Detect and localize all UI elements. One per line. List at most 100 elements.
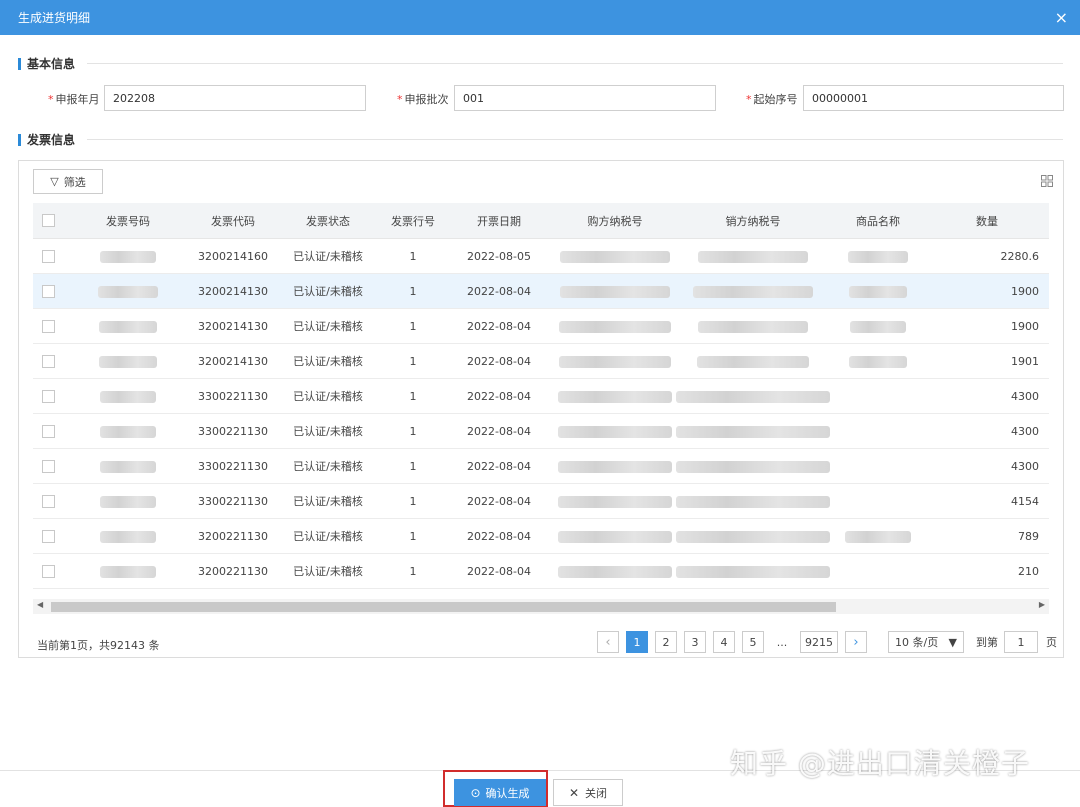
invoice-code-cell: 3300221130 [193, 483, 273, 519]
checkbox-cell [33, 378, 63, 414]
pagination: ‹ 1 2 3 4 5 ... 9215 › 10 条/页 ▼ 到第 页 [597, 631, 1057, 653]
seller-tax-id-cell [675, 448, 831, 484]
close-button[interactable]: ✕ 关闭 [553, 779, 623, 806]
filter-label: 筛选 [63, 175, 86, 189]
column-header[interactable]: 发票状态 [273, 203, 383, 239]
invoice-line-cell: 1 [383, 553, 443, 589]
row-checkbox[interactable] [41, 284, 55, 298]
row-checkbox[interactable] [41, 319, 55, 333]
column-header[interactable]: 发票行号 [383, 203, 443, 239]
invoice-code-cell: 3200214130 [193, 308, 273, 344]
row-checkbox[interactable] [41, 389, 55, 403]
invoice-date-cell: 2022-08-04 [443, 273, 555, 309]
start-seq-input[interactable] [803, 85, 1064, 111]
close-icon[interactable]: × [1055, 8, 1068, 27]
column-header[interactable]: 数量 [925, 203, 1049, 239]
invoice-status-cell: 已认证/未稽核 [273, 483, 383, 519]
page-button[interactable]: 2 [655, 631, 677, 653]
redacted-value [558, 425, 672, 438]
report-batch-input[interactable] [454, 85, 716, 111]
quantity-cell: 4300 [925, 378, 1049, 414]
seller-tax-id-cell [675, 413, 831, 449]
invoice-code-cell: 3200214130 [193, 343, 273, 379]
row-checkbox[interactable] [41, 424, 55, 438]
row-checkbox[interactable] [41, 529, 55, 543]
funnel-icon: ▽ [50, 175, 59, 188]
column-header[interactable]: 开票日期 [443, 203, 555, 239]
column-header[interactable]: 购方纳税号 [555, 203, 675, 239]
row-checkbox[interactable] [41, 459, 55, 473]
table-row[interactable]: 3200214130 已认证/未稽核 1 2022-08-04 1900 [33, 273, 1049, 309]
prev-page-button[interactable]: ‹ [597, 631, 619, 653]
row-checkbox[interactable] [41, 354, 55, 368]
product-name-cell [831, 308, 925, 344]
table-row[interactable]: 3200221130 已认证/未稽核 1 2022-08-04 210 [33, 553, 1049, 589]
scroll-left-icon[interactable]: ◀ [37, 600, 43, 609]
table-row[interactable]: 3200214130 已认证/未稽核 1 2022-08-04 1900 [33, 308, 1049, 344]
report-month-input[interactable] [104, 85, 366, 111]
page-button[interactable]: 5 [742, 631, 764, 653]
redacted-value [558, 565, 672, 578]
table-row[interactable]: 3200214130 已认证/未稽核 1 2022-08-04 1901 [33, 343, 1049, 379]
seller-tax-id-cell [675, 483, 831, 519]
invoice-date-cell: 2022-08-04 [443, 553, 555, 589]
page-ellipsis: ... [771, 631, 793, 653]
redacted-value [849, 355, 907, 368]
invoice-table: 发票号码 发票代码 发票状态 发票行号 开票日期 购方纳税号 销方纳税号 商品名… [33, 203, 1049, 589]
row-checkbox[interactable] [41, 249, 55, 263]
table-row[interactable]: 3300221130 已认证/未稽核 1 2022-08-04 4300 [33, 378, 1049, 414]
page-button[interactable]: 1 [626, 631, 648, 653]
product-name-cell [831, 273, 925, 309]
confirm-generate-button[interactable]: ⊙ 确认生成 [454, 779, 546, 806]
table-row[interactable]: 3300221130 已认证/未稽核 1 2022-08-04 4300 [33, 413, 1049, 449]
invoice-number-cell [63, 553, 193, 589]
quantity-cell: 2280.6 [925, 238, 1049, 274]
page-button[interactable]: 4 [713, 631, 735, 653]
table-row[interactable]: 3300221130 已认证/未稽核 1 2022-08-04 4300 [33, 448, 1049, 484]
invoice-code-cell: 3200221130 [193, 553, 273, 589]
redacted-value [845, 530, 911, 543]
checkbox-cell [33, 343, 63, 379]
invoice-number-cell [63, 518, 193, 554]
column-header[interactable]: 商品名称 [831, 203, 925, 239]
table-row[interactable]: 3200221130 已认证/未稽核 1 2022-08-04 789 [33, 518, 1049, 554]
row-checkbox[interactable] [41, 494, 55, 508]
invoice-status-cell: 已认证/未稽核 [273, 518, 383, 554]
redacted-value [676, 460, 830, 473]
filter-button[interactable]: ▽ 筛选 [33, 169, 103, 194]
horizontal-scrollbar[interactable]: ◀ ▶ [33, 599, 1049, 614]
page-size-select[interactable]: 10 条/页 ▼ [888, 631, 964, 653]
invoice-number-cell [63, 448, 193, 484]
invoice-number-cell [63, 238, 193, 274]
invoice-date-cell: 2022-08-04 [443, 448, 555, 484]
last-page-button[interactable]: 9215 [800, 631, 838, 653]
row-checkbox[interactable] [41, 564, 55, 578]
product-name-cell [831, 483, 925, 519]
redacted-value [98, 285, 158, 298]
column-header[interactable]: 销方纳税号 [675, 203, 831, 239]
table-row[interactable]: 3200214160 已认证/未稽核 1 2022-08-05 2280.6 [33, 238, 1049, 274]
table-row[interactable]: 3300221130 已认证/未稽核 1 2022-08-04 4154 [33, 483, 1049, 519]
column-settings-icon[interactable] [1041, 175, 1053, 187]
redacted-value [698, 320, 808, 333]
invoice-status-cell: 已认证/未稽核 [273, 553, 383, 589]
invoice-number-cell [63, 483, 193, 519]
redacted-value [100, 460, 156, 473]
page-button[interactable]: 3 [684, 631, 706, 653]
product-name-cell [831, 378, 925, 414]
column-header[interactable]: 发票代码 [193, 203, 273, 239]
dialog-titlebar: 生成进货明细 × [0, 0, 1080, 35]
redacted-value [849, 285, 907, 298]
invoice-date-cell: 2022-08-05 [443, 238, 555, 274]
scroll-right-icon[interactable]: ▶ [1039, 600, 1045, 609]
select-all-checkbox[interactable] [41, 214, 55, 228]
checkbox-cell [33, 448, 63, 484]
invoice-line-cell: 1 [383, 483, 443, 519]
column-header[interactable]: 发票号码 [63, 203, 193, 239]
invoice-number-cell [63, 273, 193, 309]
quantity-cell: 789 [925, 518, 1049, 554]
goto-page-input[interactable] [1004, 631, 1038, 653]
scrollbar-thumb[interactable] [51, 602, 836, 612]
redacted-value [693, 285, 813, 298]
next-page-button[interactable]: › [845, 631, 867, 653]
